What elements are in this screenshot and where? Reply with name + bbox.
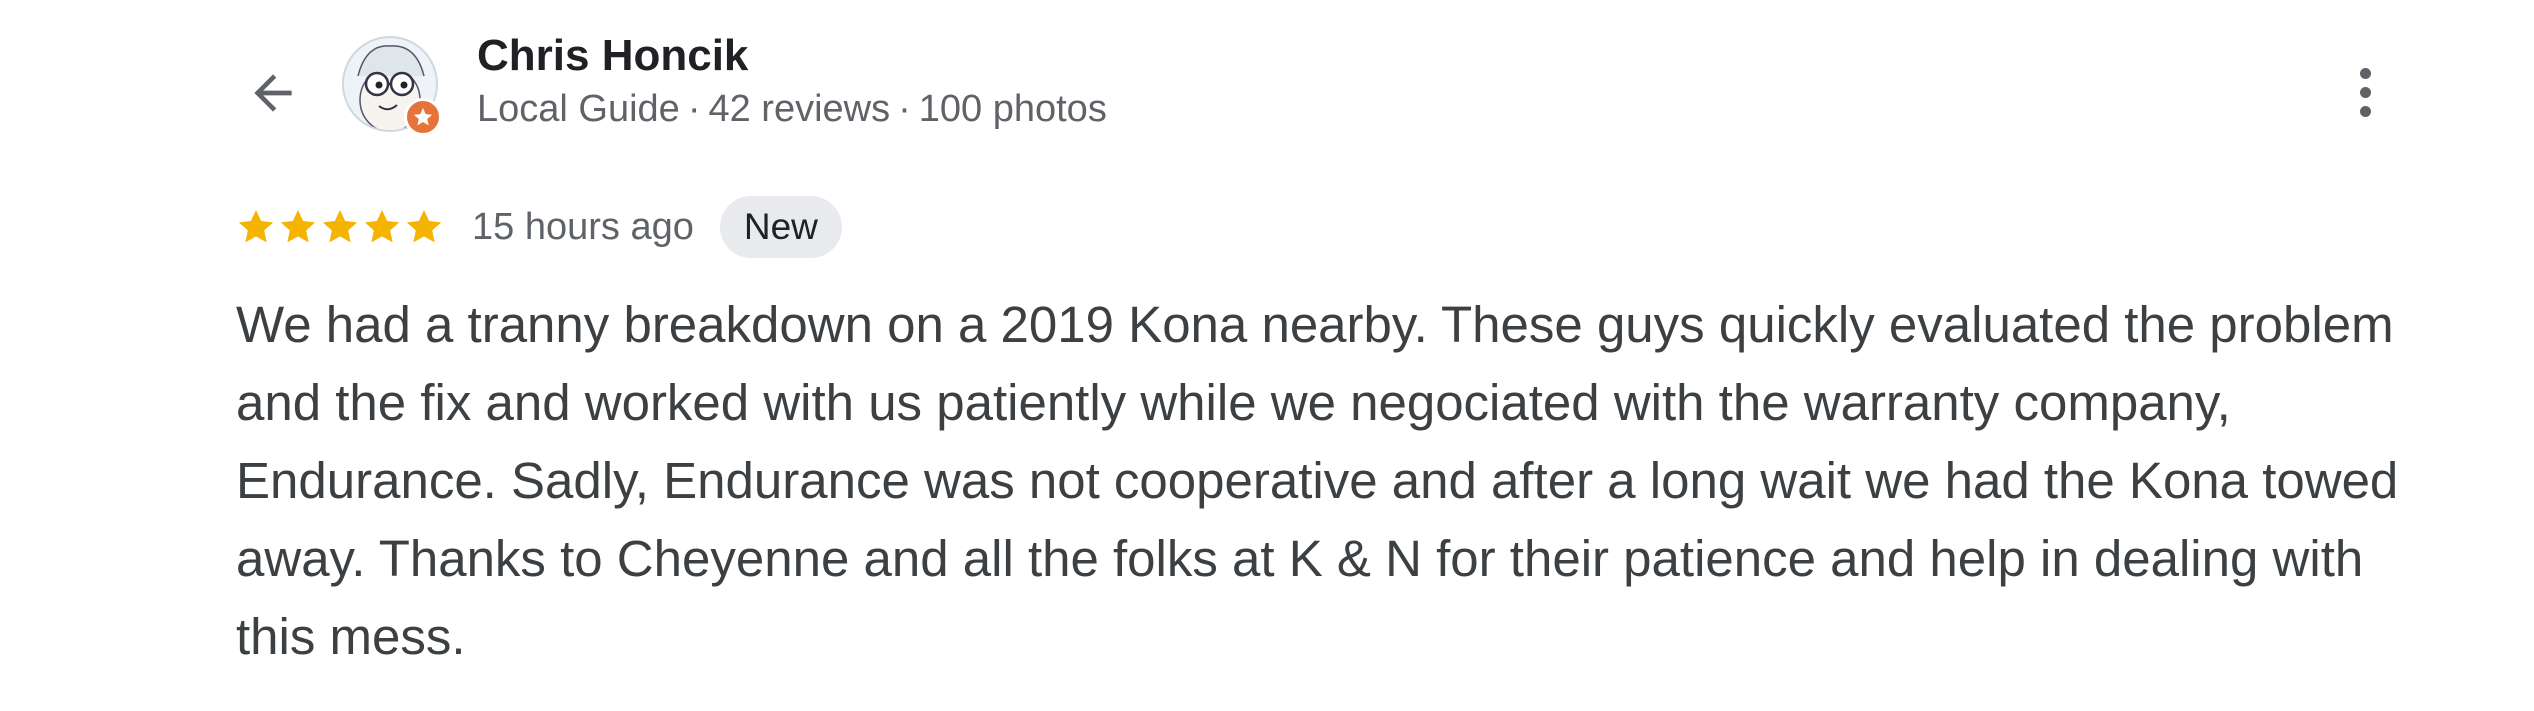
- star-rating: [236, 207, 444, 247]
- back-button[interactable]: [238, 58, 308, 128]
- review-card: Chris Honcik Local Guide · 42 reviews · 100 …: [0, 0, 2534, 711]
- more-vert-icon: [2359, 67, 2371, 79]
- meta-separator: ·: [687, 88, 701, 130]
- rating-row: 15 hours ago New: [236, 196, 842, 258]
- star-icon: [364, 210, 400, 243]
- avatar[interactable]: [342, 36, 442, 136]
- reviewer-level: Local Guide: [477, 88, 680, 130]
- reviewer-name[interactable]: Chris Honcik: [477, 30, 748, 82]
- reviewer-meta: Local Guide · 42 reviews · 100 photos: [477, 86, 1107, 132]
- star-icon: [406, 210, 442, 243]
- review-timestamp: 15 hours ago: [472, 205, 694, 248]
- local-guide-badge-icon: [404, 98, 442, 136]
- more-options-button[interactable]: [2340, 52, 2390, 132]
- star-icon: [322, 210, 358, 243]
- star-icon: [238, 210, 274, 243]
- more-vert-icon-dot: [2359, 86, 2371, 98]
- more-vert-icon-dot: [2359, 105, 2371, 117]
- meta-separator: ·: [898, 88, 911, 130]
- review-text: We had a tranny breakdown on a 2019 Kona…: [236, 296, 2399, 665]
- star-icon: [280, 210, 316, 243]
- arrow-back-icon: [254, 74, 292, 112]
- reviewer-review-count: 42 reviews: [708, 88, 891, 130]
- new-badge: New: [719, 196, 842, 258]
- reviewer-photo-count: 100 photos: [918, 88, 1107, 130]
